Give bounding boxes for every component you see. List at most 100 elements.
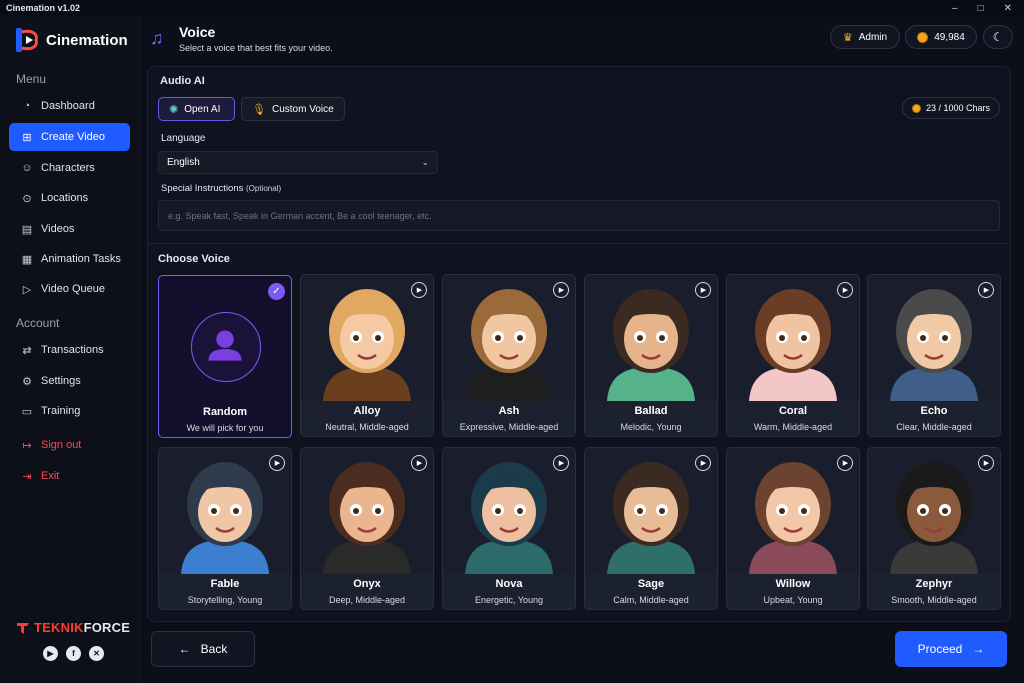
voice-card-onyx[interactable]: ▶ Onyx Deep, Middle-aged bbox=[300, 447, 434, 610]
play-preview-icon[interactable]: ▶ bbox=[553, 455, 569, 471]
youtube-icon[interactable]: ▶ bbox=[43, 646, 58, 661]
voice-info: Zephyr Smooth, Middle-aged bbox=[868, 574, 1000, 609]
maximize-button[interactable]: □ bbox=[978, 3, 984, 14]
transactions-icon: ⇄ bbox=[22, 344, 32, 357]
page-subtitle: Select a voice that best fits your video… bbox=[179, 43, 333, 53]
proceed-button[interactable]: Proceed → bbox=[895, 631, 1007, 667]
sidebar-item-label: Animation Tasks bbox=[41, 253, 121, 265]
openai-icon: ✺ bbox=[169, 103, 179, 116]
voice-desc: Upbeat, Young bbox=[763, 595, 823, 605]
characters-icon: ☺ bbox=[21, 162, 33, 174]
provider-custom-voice-button[interactable]: 🎙 Custom Voice bbox=[241, 97, 345, 121]
user-badge[interactable]: ♛ Admin bbox=[830, 25, 900, 49]
close-button[interactable]: ✕ bbox=[1004, 3, 1012, 14]
arrow-left-icon: ← bbox=[178, 642, 191, 656]
crown-icon: ♛ bbox=[842, 31, 853, 44]
provider-openai-button[interactable]: ✺ Open AI bbox=[158, 97, 235, 121]
voice-desc: Melodic, Young bbox=[620, 422, 682, 432]
voice-card-alloy[interactable]: ▶ Alloy Neutral, Middle-aged bbox=[300, 274, 434, 437]
app-logo[interactable]: Cinemation bbox=[14, 26, 128, 54]
play-preview-icon[interactable]: ▶ bbox=[411, 455, 427, 471]
play-preview-icon[interactable]: ▶ bbox=[978, 455, 994, 471]
back-label: Back bbox=[200, 642, 228, 656]
microphone-icon: 🎙 bbox=[252, 103, 266, 116]
user-icon bbox=[208, 330, 242, 361]
sidebar-item-videos[interactable]: ▤ Videos bbox=[9, 215, 130, 243]
sidebar-item-video-queue[interactable]: ▷ Video Queue bbox=[9, 275, 130, 303]
window-title: Cinemation v1.02 bbox=[6, 3, 81, 13]
credits-badge[interactable]: 49,984 bbox=[905, 25, 977, 49]
sidebar-item-training[interactable]: ▭ Training bbox=[9, 397, 130, 425]
instructions-label-text: Special Instructions bbox=[161, 183, 244, 194]
play-preview-icon[interactable]: ▶ bbox=[411, 282, 427, 298]
account-section-title: Account bbox=[16, 316, 60, 330]
play-preview-icon[interactable]: ▶ bbox=[978, 282, 994, 298]
voice-info: Onyx Deep, Middle-aged bbox=[301, 574, 433, 609]
optional-tag: (Optional) bbox=[246, 184, 282, 193]
sidebar-item-create-video[interactable]: ⊞ Create Video bbox=[9, 123, 130, 151]
voice-card-ash[interactable]: ▶ Ash Expressive, Middle-aged bbox=[442, 274, 576, 437]
social-links: ▶ f ✕ bbox=[43, 646, 104, 661]
voice-desc: We will pick for you bbox=[186, 423, 264, 433]
sidebar-item-transactions[interactable]: ⇄ Transactions bbox=[9, 336, 130, 364]
exit-icon: ⇥ bbox=[22, 470, 32, 483]
sidebar-item-animation-tasks[interactable]: ▦ Animation Tasks bbox=[9, 245, 130, 273]
voice-info: Nova Energetic, Young bbox=[443, 574, 575, 609]
location-pin-icon: ⊙ bbox=[22, 192, 32, 205]
voice-desc: Neutral, Middle-aged bbox=[325, 422, 409, 432]
sidebar-item-settings[interactable]: ⚙ Settings bbox=[9, 367, 130, 395]
sidebar-item-locations[interactable]: ⊙ Locations bbox=[9, 184, 130, 212]
sidebar-item-exit[interactable]: ⇥ Exit bbox=[9, 462, 130, 490]
play-preview-icon[interactable]: ▶ bbox=[269, 455, 285, 471]
voice-card-willow[interactable]: ▶ Willow Upbeat, Young bbox=[726, 447, 860, 610]
sidebar-item-dashboard[interactable]: ◔ Dashboard bbox=[9, 92, 130, 120]
voice-card-zephyr[interactable]: ▶ Zephyr Smooth, Middle-aged bbox=[867, 447, 1001, 610]
chevron-down-icon: ⌄ bbox=[421, 157, 429, 167]
random-avatar bbox=[191, 312, 261, 382]
voice-card-ballad[interactable]: ▶ Ballad Melodic, Young bbox=[584, 274, 718, 437]
char-counter: 23 / 1000 Chars bbox=[925, 103, 991, 113]
queue-icon: ▷ bbox=[22, 283, 32, 296]
sidebar-item-sign-out[interactable]: ↦ Sign out bbox=[9, 431, 130, 459]
teknikforce-logo-icon bbox=[17, 622, 29, 634]
voice-name: Willow bbox=[775, 578, 811, 590]
moon-icon: ☾ bbox=[992, 30, 1004, 44]
voice-info: Echo Clear, Middle-aged bbox=[868, 401, 1000, 436]
minimize-button[interactable]: – bbox=[952, 3, 958, 14]
voice-name: Random bbox=[203, 406, 247, 418]
voice-card-coral[interactable]: ▶ Coral Warm, Middle-aged bbox=[726, 274, 860, 437]
film-icon: ▤ bbox=[21, 223, 33, 236]
sidebar-item-characters[interactable]: ☺ Characters bbox=[9, 154, 130, 182]
voice-desc: Deep, Middle-aged bbox=[328, 595, 406, 605]
x-icon[interactable]: ✕ bbox=[89, 646, 104, 661]
theme-toggle-button[interactable]: ☾ bbox=[983, 25, 1013, 49]
play-preview-icon[interactable]: ▶ bbox=[837, 282, 853, 298]
music-note-icon: ♫ bbox=[150, 28, 164, 48]
sidebar-item-label: Sign out bbox=[41, 439, 82, 451]
voice-card-fable[interactable]: ▶ Fable Storytelling, Young bbox=[158, 447, 292, 610]
facebook-icon[interactable]: f bbox=[66, 646, 81, 661]
play-preview-icon[interactable]: ▶ bbox=[837, 455, 853, 471]
back-button[interactable]: ← Back bbox=[151, 631, 255, 667]
play-preview-icon[interactable]: ▶ bbox=[695, 455, 711, 471]
voice-desc: Warm, Middle-aged bbox=[753, 422, 833, 432]
sidebar-item-label: Characters bbox=[41, 162, 95, 174]
voice-name: Ballad bbox=[634, 405, 668, 417]
voice-desc: Calm, Middle-aged bbox=[613, 595, 689, 605]
play-preview-icon[interactable]: ▶ bbox=[695, 282, 711, 298]
voice-info: Coral Warm, Middle-aged bbox=[727, 401, 859, 436]
voice-name: Onyx bbox=[353, 578, 381, 590]
brand-part-1: TEKNIK bbox=[34, 620, 84, 635]
instructions-input[interactable] bbox=[158, 200, 1000, 231]
instructions-label: Special Instructions (Optional) bbox=[161, 183, 281, 194]
play-preview-icon[interactable]: ▶ bbox=[553, 282, 569, 298]
training-icon: ▭ bbox=[21, 405, 33, 418]
language-select[interactable]: English ⌄ bbox=[158, 151, 438, 174]
voice-card-echo[interactable]: ▶ Echo Clear, Middle-aged bbox=[867, 274, 1001, 437]
voice-card-sage[interactable]: ▶ Sage Calm, Middle-aged bbox=[584, 447, 718, 610]
coin-icon bbox=[911, 103, 921, 113]
provider-label: Open AI bbox=[184, 103, 221, 115]
voice-name: Zephyr bbox=[915, 578, 953, 590]
voice-card-nova[interactable]: ▶ Nova Energetic, Young bbox=[442, 447, 576, 610]
voice-card-random[interactable]: ✓ Random We will pick for you bbox=[158, 275, 292, 438]
